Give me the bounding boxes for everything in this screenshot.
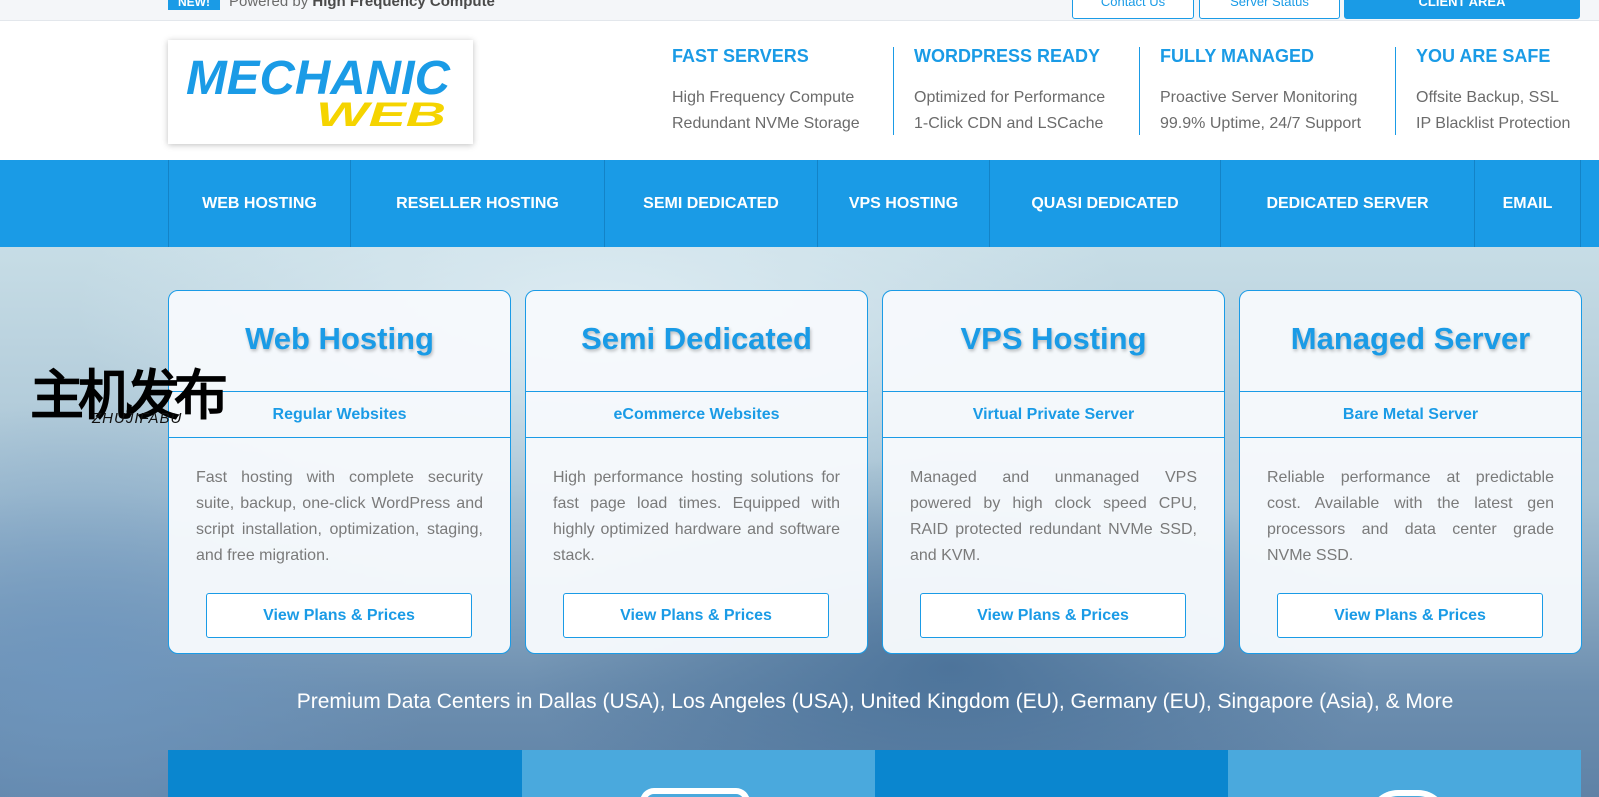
- feature-you-are-safe: YOU ARE SAFE Offsite Backup, SSL IP Blac…: [1416, 46, 1570, 137]
- nav-item-dedicated-server[interactable]: DEDICATED SERVER: [1220, 160, 1474, 247]
- card-subtitle: Bare Metal Server: [1342, 406, 1479, 423]
- plan-card-managed-server: Managed Server Bare Metal Server Reliabl…: [1239, 290, 1582, 654]
- nav-item-email[interactable]: EMAIL: [1474, 160, 1580, 247]
- nav-divider: [1580, 160, 1581, 247]
- nav-item-quasi-dedicated[interactable]: QUASI DEDICATED: [989, 160, 1220, 247]
- data-centers-text: Premium Data Centers in Dallas (USA), Lo…: [296, 690, 1454, 713]
- new-badge: NEW!: [168, 0, 220, 10]
- feature-fast-servers: FAST SERVERS High Frequency Compute Redu…: [672, 46, 860, 137]
- card-subtitle: Virtual Private Server: [972, 406, 1135, 423]
- feature-divider: [1139, 47, 1140, 135]
- feature-box: [1228, 750, 1581, 797]
- view-plans-button[interactable]: View Plans & Prices: [206, 593, 472, 638]
- svg-text:WEB: WEB: [316, 96, 446, 130]
- feature-line: IP Blacklist Protection: [1416, 115, 1571, 132]
- site-header: MECHANIC WEB FAST SERVERS High Frequency…: [0, 22, 1599, 160]
- feature-line: 1-Click CDN and LSCache: [914, 115, 1104, 132]
- card-subtitle-band: eCommerce Websites: [526, 391, 867, 438]
- site-logo[interactable]: MECHANIC WEB: [168, 40, 473, 144]
- feature-fully-managed: FULLY MANAGED Proactive Server Monitorin…: [1160, 46, 1361, 137]
- feature-box: [875, 750, 1228, 797]
- plan-card-web-hosting: Web Hosting Regular Websites Fast hostin…: [168, 290, 511, 654]
- card-subtitle-band: Bare Metal Server: [1240, 391, 1581, 438]
- card-description: Managed and unmanaged VPS powered by hig…: [910, 469, 1197, 564]
- feature-line: 99.9% Uptime, 24/7 Support: [1160, 115, 1362, 132]
- card-subtitle-band: Virtual Private Server: [883, 391, 1224, 438]
- view-plans-button[interactable]: View Plans & Prices: [920, 593, 1186, 638]
- feature-line: High Frequency Compute: [672, 89, 855, 106]
- feature-title: FULLY MANAGED: [1160, 46, 1315, 66]
- client-area-button[interactable]: CLIENT AREA: [1344, 0, 1580, 19]
- feature-wordpress-ready: WORDPRESS READY Optimized for Performanc…: [914, 46, 1105, 137]
- feature-title: WORDPRESS READY: [914, 46, 1101, 66]
- card-description: Reliable performance at predictable cost…: [1267, 469, 1554, 564]
- card-title: Web Hosting: [245, 321, 434, 356]
- watermark-en-text: ZHUJIFABU: [92, 410, 183, 427]
- feature-title: YOU ARE SAFE: [1416, 46, 1551, 66]
- feature-line: Offsite Backup, SSL: [1416, 89, 1559, 106]
- feature-line: Proactive Server Monitoring: [1160, 89, 1358, 106]
- nav-item-web-hosting[interactable]: WEB HOSTING: [168, 160, 350, 247]
- contact-us-button[interactable]: Contact Us: [1072, 0, 1194, 19]
- feature-box-icon: [640, 788, 750, 797]
- view-plans-button[interactable]: View Plans & Prices: [563, 593, 829, 638]
- card-title: VPS Hosting: [960, 321, 1147, 356]
- mechanic-web-logo-icon: MECHANIC WEB: [186, 54, 451, 130]
- feature-box-icon: [1368, 790, 1448, 797]
- card-title: Semi Dedicated: [581, 321, 812, 356]
- plan-card-semi-dedicated: Semi Dedicated eCommerce Websites High p…: [525, 290, 868, 654]
- powered-by-text: Powered by High Frequency Compute: [229, 0, 495, 10]
- feature-divider: [1395, 47, 1396, 135]
- powered-prefix: Powered by: [229, 0, 313, 10]
- server-status-button[interactable]: Server Status: [1199, 0, 1340, 19]
- feature-divider: [893, 47, 894, 135]
- plan-card-vps-hosting: VPS Hosting Virtual Private Server Manag…: [882, 290, 1225, 654]
- watermark: 主机发布 ZHUJIFABU: [30, 366, 230, 430]
- main-nav: WEB HOSTING RESELLER HOSTING SEMI DEDICA…: [0, 160, 1599, 247]
- card-title: Managed Server: [1290, 321, 1531, 356]
- feature-title: FAST SERVERS: [672, 46, 809, 66]
- feature-box: [168, 750, 522, 797]
- feature-box: [522, 750, 875, 797]
- top-bar: NEW! Powered by High Frequency Compute C…: [0, 0, 1599, 21]
- powered-bold: High Frequency Compute: [312, 0, 495, 10]
- view-plans-button[interactable]: View Plans & Prices: [1277, 593, 1543, 638]
- card-subtitle: eCommerce Websites: [613, 406, 780, 423]
- nav-item-reseller-hosting[interactable]: RESELLER HOSTING: [350, 160, 604, 247]
- feature-line: Optimized for Performance: [914, 89, 1106, 106]
- feature-line: Redundant NVMe Storage: [672, 115, 860, 132]
- card-description: High performance hosting solutions for f…: [553, 469, 840, 564]
- card-description: Fast hosting with complete security suit…: [196, 469, 483, 564]
- nav-item-semi-dedicated[interactable]: SEMI DEDICATED: [604, 160, 817, 247]
- nav-item-vps-hosting[interactable]: VPS HOSTING: [817, 160, 989, 247]
